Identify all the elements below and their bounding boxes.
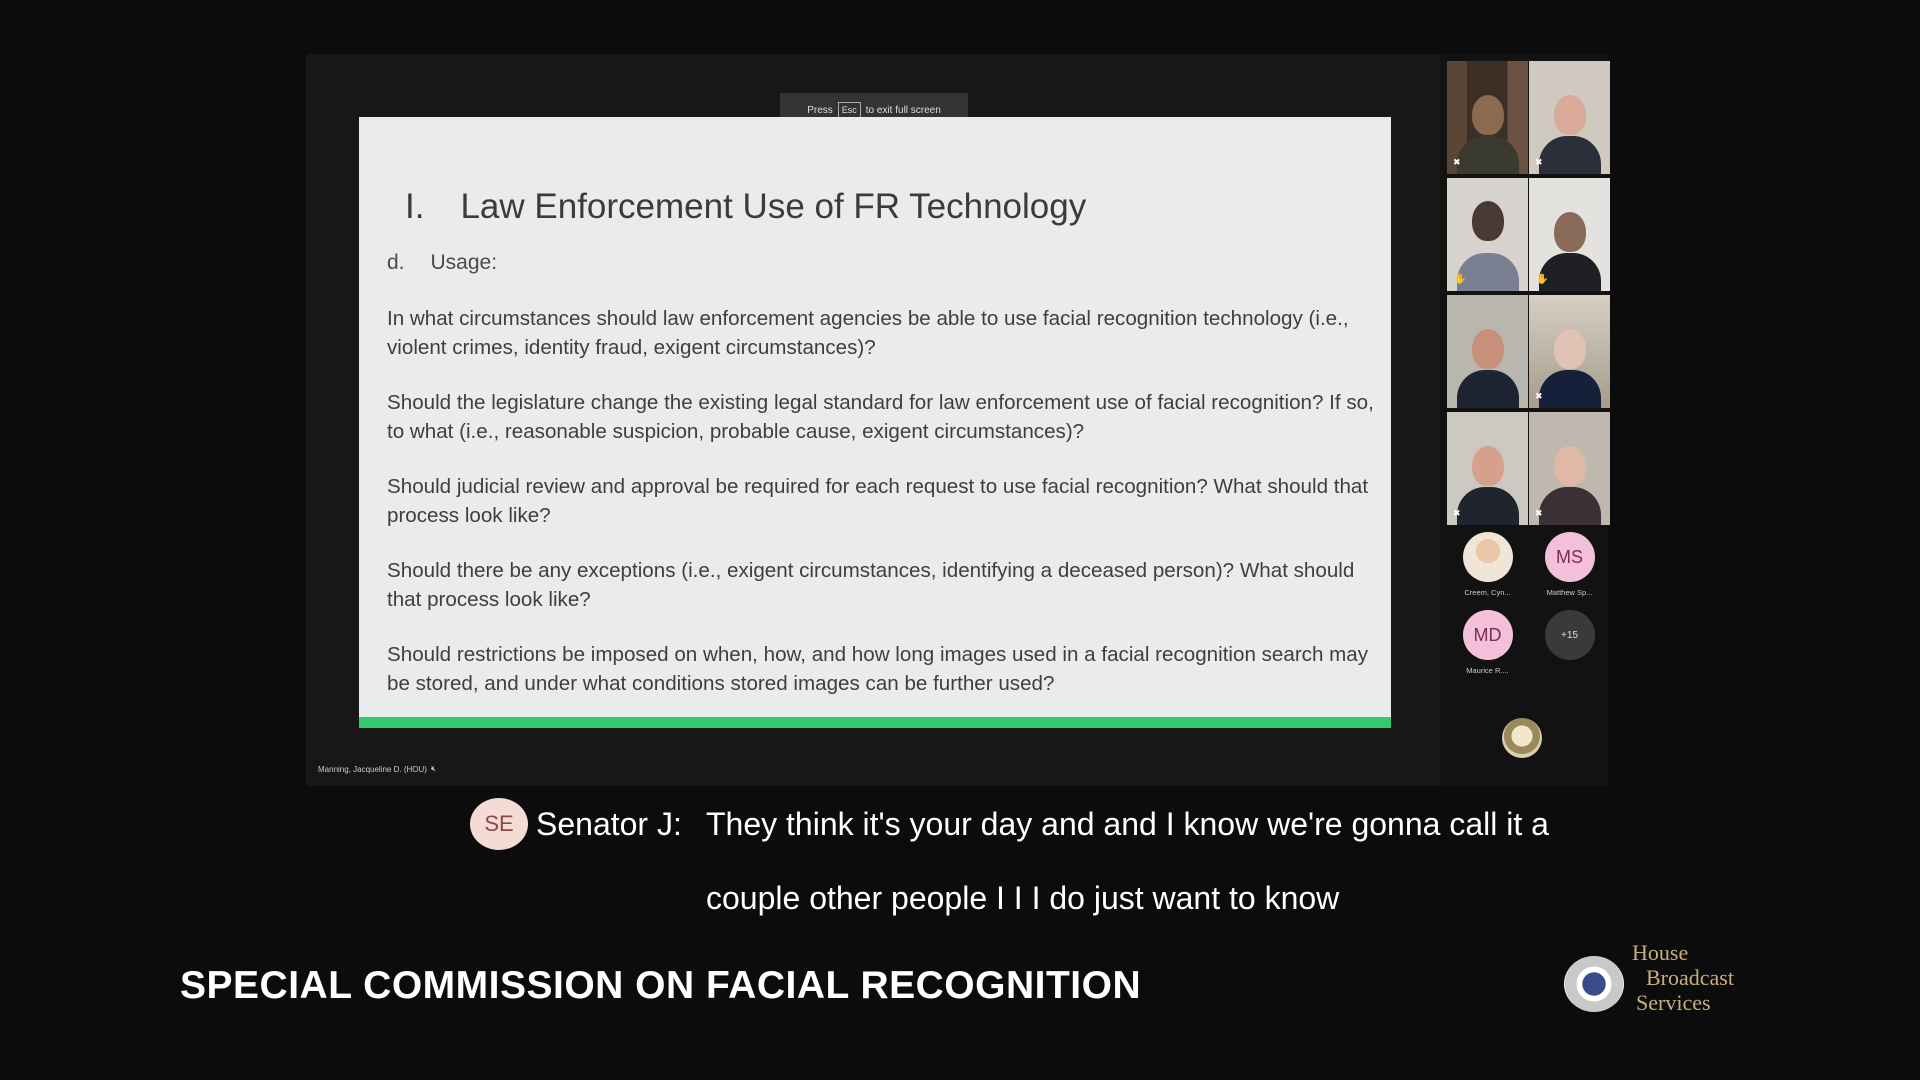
slide-question: Should there be any exceptions (i.e., ex… <box>387 559 1355 611</box>
participant-video-tile[interactable]: ✋ <box>1447 178 1528 291</box>
live-caption: SE Senator J: They think it's your day a… <box>470 798 1620 928</box>
participant-head <box>1471 445 1504 486</box>
slide-sub-letter: d. <box>387 251 405 274</box>
avatar: MD <box>1462 610 1513 660</box>
more-participants-count: +15 <box>1561 629 1578 641</box>
zoom-meeting-window: Press Esc to exit full screen I. Law Enf… <box>306 54 1610 786</box>
brand-line: House <box>1632 940 1689 965</box>
participant-name: Maurice R.... <box>1466 666 1509 675</box>
slide-question: Should the legislature change the existi… <box>387 391 1374 443</box>
mic-muted-icon: ✖ <box>1453 157 1461 167</box>
slide-accent-bar <box>359 717 1391 728</box>
broadcaster-logo: House Broadcast Services <box>1632 940 1734 1015</box>
mic-muted-icon: 🔇︎ <box>430 764 436 773</box>
mic-muted-icon: ✖ <box>1453 508 1461 518</box>
toast-text-before: Press <box>807 104 833 116</box>
presenter-name: Manning, Jacqueline D. (HOU) <box>318 764 427 774</box>
participant-avatar-tile[interactable]: MD Maurice R.... <box>1447 610 1528 688</box>
presentation-slide: I. Law Enforcement Use of FR Technology … <box>359 117 1391 728</box>
presenter-name-tag: Manning, Jacqueline D. (HOU) 🔇︎ <box>318 764 436 774</box>
more-participants-button[interactable]: +15 <box>1529 610 1610 688</box>
participant-gallery[interactable]: ✖ ✖ ✋ ✋ ✖ ✖ ✖ Creem, Cyn... MS Matthew S… <box>1440 54 1610 786</box>
participant-head <box>1471 200 1504 241</box>
participant-head <box>1553 328 1586 369</box>
broadcast-title: SPECIAL COMMISSION ON FACIAL RECOGNITION <box>180 964 1142 1007</box>
participant-video-tile[interactable]: ✋ <box>1529 178 1610 291</box>
avatar: +15 <box>1544 610 1595 660</box>
slide-sub-text: Usage: <box>430 251 498 274</box>
participant-video-tile[interactable]: ✖ <box>1529 295 1610 408</box>
slide-title: I. Law Enforcement Use of FR Technology <box>405 187 1086 227</box>
participant-name: Creem, Cyn... <box>1464 588 1511 597</box>
participant-avatar-tile[interactable]: Creem, Cyn... <box>1447 532 1528 610</box>
participant-video-tile[interactable]: ✖ <box>1447 61 1528 174</box>
avatar-initials: MD <box>1473 624 1502 645</box>
raised-hand-icon: ✋ <box>1536 274 1549 285</box>
brand-line: Broadcast <box>1646 965 1734 990</box>
esc-key-hint[interactable]: Esc <box>837 101 861 119</box>
slide-question: In what circumstances should law enforce… <box>387 307 1349 359</box>
participant-video-tile[interactable]: ✖ <box>1529 412 1610 525</box>
participant-video-tile[interactable]: ✖ <box>1447 412 1528 525</box>
participant-head <box>1553 94 1586 135</box>
participant-head <box>1471 328 1504 369</box>
raised-hand-icon: ✋ <box>1454 274 1467 285</box>
speaker-avatar: SE <box>470 798 528 850</box>
slide-question: Should restrictions be imposed on when, … <box>387 643 1369 695</box>
participant-video-tile[interactable] <box>1447 295 1528 408</box>
participant-head <box>1553 445 1586 486</box>
brand-line: Services <box>1636 990 1711 1015</box>
speaker-initials: SE <box>484 811 514 836</box>
slide-title-number: I. <box>405 187 425 226</box>
avatar <box>1462 532 1513 582</box>
participant-head <box>1553 211 1586 252</box>
massachusetts-seal-icon <box>1564 956 1624 1012</box>
caption-line: couple other people I I I do just want t… <box>706 880 1340 916</box>
caption-line: They think it's your day and and I know … <box>706 806 1549 842</box>
toast-text-after: to exit full screen <box>865 104 941 116</box>
mic-muted-icon: ✖ <box>1535 157 1543 167</box>
avatar-initials: MS <box>1556 546 1583 567</box>
caption-speaker-name: Senator J: <box>536 806 682 842</box>
slide-question: Should judicial review and approval be r… <box>387 475 1369 527</box>
mic-muted-icon: ✖ <box>1535 391 1543 401</box>
participant-head <box>1471 94 1504 135</box>
slide-subheading: d. Usage: <box>387 251 497 275</box>
participant-avatar-tile[interactable]: MS Matthew Sp... <box>1529 532 1610 610</box>
slide-title-text: Law Enforcement Use of FR Technology <box>460 187 1087 226</box>
participant-video-tile[interactable]: ✖ <box>1529 61 1610 174</box>
avatar: MS <box>1544 532 1595 582</box>
slide-question-list: In what circumstances should law enforce… <box>387 305 1377 725</box>
screen-share-area: Press Esc to exit full screen I. Law Enf… <box>306 54 1438 786</box>
host-seal-icon <box>1502 718 1542 758</box>
participant-name: Matthew Sp... <box>1546 588 1593 597</box>
mic-muted-icon: ✖ <box>1535 508 1543 518</box>
